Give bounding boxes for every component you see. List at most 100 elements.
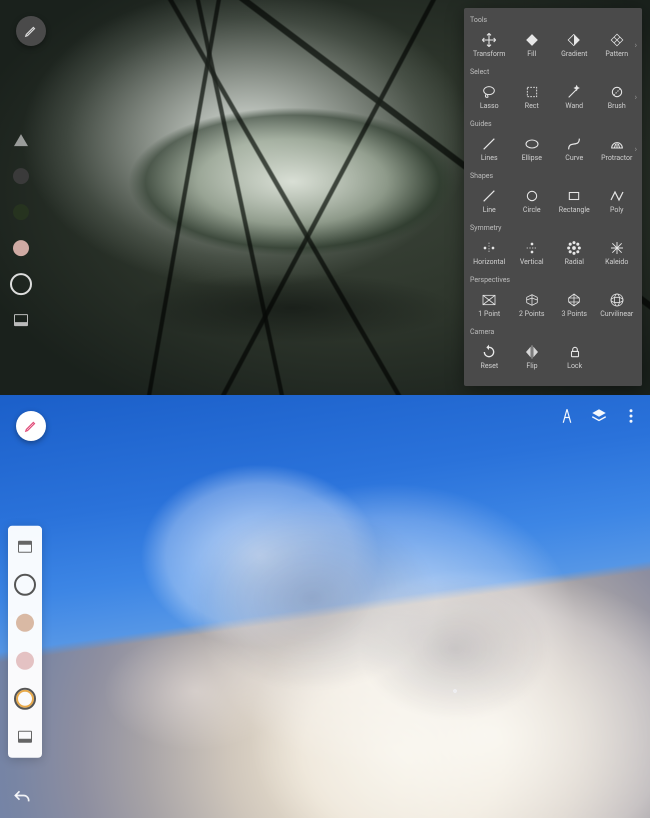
guide-ellipse-label: Ellipse xyxy=(522,155,542,162)
rect-dashed-icon xyxy=(524,84,540,100)
canvas-artwork-clouds[interactable] xyxy=(0,395,650,818)
shape-line[interactable]: Line xyxy=(468,180,511,222)
diamond-half-icon xyxy=(566,32,582,48)
overflow-menu-icon[interactable] xyxy=(622,407,640,425)
shape-circle[interactable]: Circle xyxy=(511,180,554,222)
shape-rectangle-label: Rectangle xyxy=(559,207,590,214)
tool-fill-label: Fill xyxy=(527,51,536,58)
section-grid-guides: LinesEllipseCurveProtractor› xyxy=(468,128,638,170)
select-wand[interactable]: Wand xyxy=(553,76,596,118)
guide-curve-label: Curve xyxy=(565,155,583,162)
wand-icon xyxy=(566,84,582,100)
panel-bottom-icon[interactable] xyxy=(14,725,36,747)
color-swatch-3[interactable] xyxy=(10,237,32,259)
layers-panel-icon[interactable] xyxy=(10,309,32,331)
pencil-icon xyxy=(24,24,38,38)
section-label-camera: Camera xyxy=(468,326,638,336)
circle-icon xyxy=(524,188,540,204)
section-grid-symmetry: Horizontal Vertical Radial Kaleido xyxy=(468,232,638,274)
brush-ring-1[interactable] xyxy=(14,573,36,595)
tool-fab[interactable] xyxy=(16,411,46,441)
select-brush-label: Brush xyxy=(608,103,626,110)
guide-curve[interactable]: Curve xyxy=(553,128,596,170)
sym-horizontal-label: Horizontal xyxy=(473,259,505,266)
camera-lock-label: Lock xyxy=(567,363,582,370)
section-label-tools: Tools xyxy=(468,14,638,24)
pencil-icon xyxy=(24,419,38,433)
curve-icon xyxy=(566,136,582,152)
shape-poly-label: Poly xyxy=(610,207,623,214)
section-label-symmetry: Symmetry xyxy=(468,222,638,232)
diamond-grid-icon xyxy=(609,32,625,48)
tool-gradient[interactable]: Gradient xyxy=(553,24,596,66)
select-rect-label: Rect xyxy=(525,103,539,110)
lock-icon xyxy=(567,344,583,360)
tool-transform[interactable]: Transform xyxy=(468,24,511,66)
guide-lines[interactable]: Lines xyxy=(468,128,511,170)
persp-1pt[interactable]: 1 Point xyxy=(468,284,511,326)
section-grid-tools: TransformFillGradientPattern› xyxy=(468,24,638,66)
select-brush[interactable]: Brush xyxy=(596,76,639,118)
guide-protractor[interactable]: Protractor xyxy=(596,128,639,170)
persp-1pt-label: 1 Point xyxy=(478,311,500,318)
camera-lock[interactable]: Lock xyxy=(553,336,596,378)
select-wand-label: Wand xyxy=(565,103,583,110)
color-swatch-1[interactable] xyxy=(14,611,36,633)
section-grid-perspectives: 1 Point 2 Points 3 Points Curvilinear xyxy=(468,284,638,326)
top-right-actions xyxy=(558,407,640,425)
section-label-perspectives: Perspectives xyxy=(468,274,638,284)
move-icon xyxy=(481,32,497,48)
drawing-app-dark: ToolsTransformFillGradientPattern›Select… xyxy=(0,0,650,395)
protractor-icon xyxy=(609,136,625,152)
brush-circle-icon xyxy=(609,84,625,100)
select-lasso[interactable]: Lasso xyxy=(468,76,511,118)
guide-lines-label: Lines xyxy=(481,155,498,162)
brush-size-ring-accent[interactable] xyxy=(14,687,36,709)
camera-reset-label: Reset xyxy=(481,363,499,370)
persp-2pt[interactable]: 2 Points xyxy=(511,284,554,326)
ellipse-icon xyxy=(524,136,540,152)
shape-triangle-icon[interactable] xyxy=(10,129,32,151)
layers-icon[interactable] xyxy=(590,407,608,425)
shape-poly[interactable]: Poly xyxy=(596,180,639,222)
brush-size-ring[interactable] xyxy=(10,273,32,295)
persp-3pt-label: 3 Points xyxy=(561,311,587,318)
camera-reset[interactable]: Reset xyxy=(468,336,511,378)
sym-kaleido-icon xyxy=(609,240,625,256)
drawing-app-light xyxy=(0,395,650,818)
persp-3pt[interactable]: 3 Points xyxy=(553,284,596,326)
tool-pattern-label: Pattern xyxy=(605,51,628,58)
sym-radial-icon xyxy=(566,240,582,256)
shape-line-label: Line xyxy=(483,207,496,214)
section-label-guides: Guides xyxy=(468,118,638,128)
tool-fill[interactable]: Fill xyxy=(511,24,554,66)
undo-button[interactable] xyxy=(12,788,32,808)
tool-transform-label: Transform xyxy=(473,51,505,58)
guide-ellipse[interactable]: Ellipse xyxy=(511,128,554,170)
color-swatch-1[interactable] xyxy=(10,165,32,187)
section-label-shapes: Shapes xyxy=(468,170,638,180)
sym-horizontal-icon xyxy=(481,240,497,256)
color-swatch-2[interactable] xyxy=(10,201,32,223)
persp-2pt-label: 2 Points xyxy=(519,311,545,318)
shape-rectangle[interactable]: Rectangle xyxy=(553,180,596,222)
section-grid-camera: Reset Flip Lock xyxy=(468,336,638,378)
sym-radial[interactable]: Radial xyxy=(553,232,596,274)
tool-fab[interactable] xyxy=(16,16,46,46)
tool-pattern[interactable]: Pattern xyxy=(596,24,639,66)
sym-vertical[interactable]: Vertical xyxy=(511,232,554,274)
sym-horizontal[interactable]: Horizontal xyxy=(468,232,511,274)
guides-toggle-icon[interactable] xyxy=(558,407,576,425)
sym-kaleido[interactable]: Kaleido xyxy=(596,232,639,274)
persp-curv[interactable]: Curvilinear xyxy=(596,284,639,326)
grid-3pt-icon xyxy=(566,292,582,308)
reset-icon xyxy=(481,344,497,360)
camera-flip[interactable]: Flip xyxy=(511,336,554,378)
sym-vertical-label: Vertical xyxy=(520,259,544,266)
select-rect[interactable]: Rect xyxy=(511,76,554,118)
section-label-select: Select xyxy=(468,66,638,76)
color-swatch-2[interactable] xyxy=(14,649,36,671)
panel-top-icon[interactable] xyxy=(14,535,36,557)
sym-radial-label: Radial xyxy=(565,259,584,266)
sym-kaleido-label: Kaleido xyxy=(605,259,628,266)
